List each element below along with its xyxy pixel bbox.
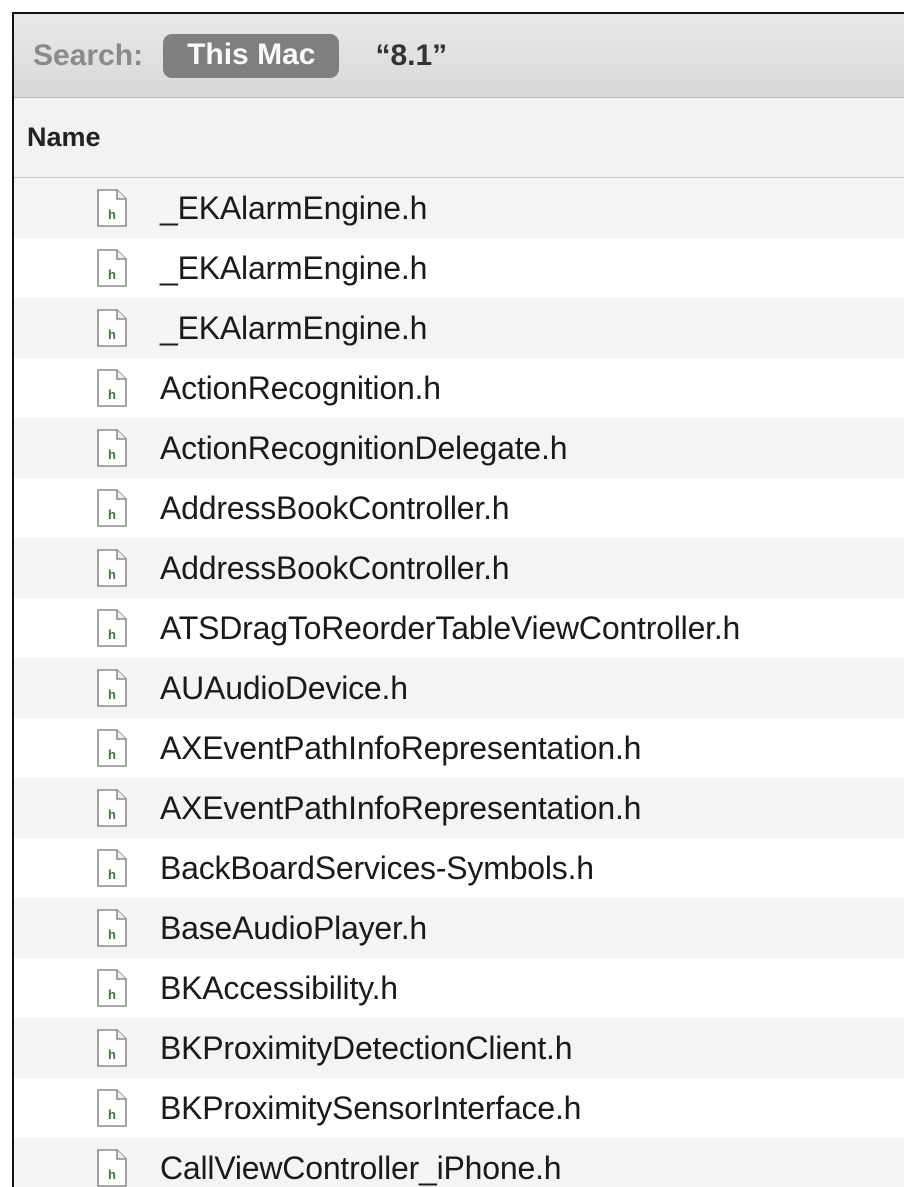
header-file-glyph: h (108, 447, 116, 462)
header-file-glyph: h (108, 687, 116, 702)
file-name: ActionRecognitionDelegate.h (160, 429, 568, 466)
header-file-icon: h (97, 309, 127, 347)
header-file-icon: h (97, 789, 127, 827)
file-name: ATSDragToReorderTableViewController.h (160, 609, 741, 646)
file-name: _EKAlarmEngine.h (160, 249, 428, 286)
file-name: CallViewController_iPhone.h (160, 1149, 562, 1186)
file-name: BKAccessibility.h (160, 969, 398, 1006)
header-file-glyph: h (108, 507, 116, 522)
search-scope-bar: Search: This Mac “8.1” (14, 14, 904, 98)
header-file-icon: h (97, 429, 127, 467)
finder-search-window: Search: This Mac “8.1” Name h _EKAlarmEng… (12, 12, 904, 1187)
search-label: Search: (33, 38, 144, 72)
header-file-icon: h (97, 189, 127, 227)
file-name: _EKAlarmEngine.h (160, 309, 428, 346)
file-row[interactable]: h AUAudioDevice.h (14, 658, 904, 718)
header-file-glyph: h (108, 207, 116, 222)
file-row[interactable]: h BKAccessibility.h (14, 958, 904, 1018)
name-column-header[interactable]: Name (14, 98, 904, 178)
file-name: BKProximityDetectionClient.h (160, 1029, 573, 1066)
file-row[interactable]: h BaseAudioPlayer.h (14, 898, 904, 958)
header-file-glyph: h (108, 867, 116, 882)
header-file-glyph: h (108, 627, 116, 642)
header-file-glyph: h (108, 387, 116, 402)
file-row[interactable]: h BackBoardServices-Symbols.h (14, 838, 904, 898)
file-row[interactable]: h AddressBookController.h (14, 538, 904, 598)
file-row[interactable]: h ATSDragToReorderTableViewController.h (14, 598, 904, 658)
header-file-glyph: h (108, 1167, 116, 1182)
file-name: AXEventPathInfoRepresentation.h (160, 789, 642, 826)
file-name: _EKAlarmEngine.h (160, 189, 428, 226)
file-row[interactable]: h BKProximityDetectionClient.h (14, 1018, 904, 1078)
header-file-glyph: h (108, 747, 116, 762)
header-file-icon: h (97, 549, 127, 587)
file-row[interactable]: h BKProximitySensorInterface.h (14, 1078, 904, 1138)
scope-this-mac-button[interactable]: This Mac (163, 33, 340, 78)
header-file-icon: h (97, 609, 127, 647)
file-row[interactable]: h AXEventPathInfoRepresentation.h (14, 718, 904, 778)
file-name: AddressBookController.h (160, 489, 510, 526)
file-name: AUAudioDevice.h (160, 669, 408, 706)
file-row[interactable]: h AXEventPathInfoRepresentation.h (14, 778, 904, 838)
file-row[interactable]: h _EKAlarmEngine.h (14, 298, 904, 358)
file-name: AddressBookController.h (160, 549, 510, 586)
file-row[interactable]: h ActionRecognitionDelegate.h (14, 418, 904, 478)
header-file-icon: h (97, 909, 127, 947)
header-file-icon: h (97, 489, 127, 527)
header-file-glyph: h (108, 1107, 116, 1122)
file-row[interactable]: h ActionRecognition.h (14, 358, 904, 418)
header-file-icon: h (97, 1089, 127, 1127)
header-file-glyph: h (108, 987, 116, 1002)
header-file-icon: h (97, 369, 127, 407)
file-row[interactable]: h _EKAlarmEngine.h (14, 178, 904, 238)
header-file-icon: h (97, 1149, 127, 1187)
file-name: AXEventPathInfoRepresentation.h (160, 729, 642, 766)
header-file-icon: h (97, 729, 127, 767)
header-file-icon: h (97, 969, 127, 1007)
file-list: h _EKAlarmEngine.h h _EKAlarmEngine.h h _EKAl… (14, 178, 904, 1187)
file-row[interactable]: h _EKAlarmEngine.h (14, 238, 904, 298)
header-file-icon: h (97, 1029, 127, 1067)
file-name: ActionRecognition.h (160, 369, 441, 406)
header-file-icon: h (97, 669, 127, 707)
file-name: BackBoardServices-Symbols.h (160, 849, 594, 886)
header-file-glyph: h (108, 927, 116, 942)
header-file-icon: h (97, 249, 127, 287)
file-name: BaseAudioPlayer.h (160, 909, 428, 946)
header-file-glyph: h (108, 327, 116, 342)
file-row[interactable]: h CallViewController_iPhone.h (14, 1138, 904, 1187)
header-file-glyph: h (108, 1047, 116, 1062)
file-row[interactable]: h AddressBookController.h (14, 478, 904, 538)
header-file-glyph: h (108, 567, 116, 582)
header-file-icon: h (97, 849, 127, 887)
header-file-glyph: h (108, 807, 116, 822)
name-column-label: Name (27, 122, 101, 152)
header-file-glyph: h (108, 267, 116, 282)
search-term-button[interactable]: “8.1” (375, 39, 447, 73)
file-name: BKProximitySensorInterface.h (160, 1089, 582, 1126)
